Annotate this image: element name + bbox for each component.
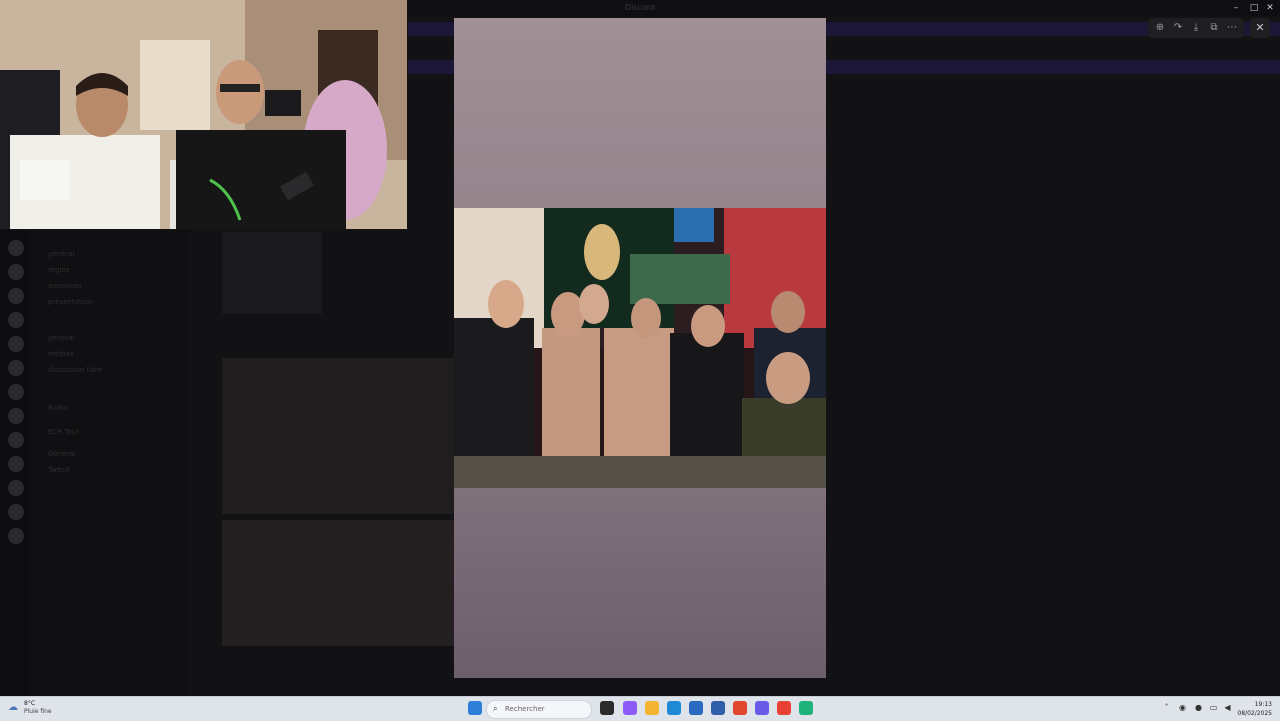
server-icon[interactable] (8, 384, 24, 400)
copilot-icon[interactable] (623, 701, 637, 715)
channel-item[interactable]: général (48, 250, 75, 260)
server-icon[interactable] (8, 288, 24, 304)
channel-item[interactable]: annonces (48, 282, 82, 292)
forward-icon[interactable]: ↷ (1170, 20, 1186, 36)
network-icon[interactable]: ◉ (1178, 703, 1187, 712)
viewer-close-button[interactable]: ✕ (1250, 18, 1270, 38)
mail-icon[interactable] (711, 701, 725, 715)
clock-date: 08/02/2025 (1237, 710, 1272, 717)
channel-item[interactable]: général (48, 334, 75, 344)
server-icon[interactable] (8, 504, 24, 520)
edge-icon[interactable] (667, 701, 681, 715)
chrome-icon[interactable] (777, 701, 791, 715)
discord-taskbar-icon[interactable] (799, 701, 813, 715)
taskbar: ☁ 8°C Pluie fine ⌕ Rechercher ˄ ◉ ● ▭ ◀ … (0, 696, 1280, 721)
channel-list: général règles annonces présentation gén… (30, 230, 190, 696)
server-icon[interactable] (8, 264, 24, 280)
channel-item[interactable]: règles (48, 266, 69, 276)
server-icon[interactable] (8, 528, 24, 544)
channel-item[interactable]: discussion libre (48, 366, 102, 376)
search-placeholder: Rechercher (505, 705, 545, 713)
viewed-photo[interactable] (454, 208, 826, 488)
weather-temp: 8°C (24, 700, 36, 707)
channel-item[interactable]: médias (48, 350, 73, 360)
weather-desc: Pluie fine (24, 708, 52, 715)
more-icon[interactable]: ⋯ (1224, 20, 1240, 36)
channel-item[interactable]: présentation (48, 298, 92, 308)
channel-item[interactable]: ECR Tour (48, 428, 79, 438)
window-close-icon[interactable]: ✕ (1264, 2, 1276, 14)
zoom-in-icon[interactable]: ⊕ (1152, 20, 1168, 36)
server-list (0, 230, 30, 696)
taskbar-search[interactable]: ⌕ Rechercher (486, 700, 592, 719)
server-icon[interactable] (8, 312, 24, 328)
server-icon[interactable] (8, 240, 24, 256)
server-icon[interactable] (8, 456, 24, 472)
clock-time: 19:13 (1254, 701, 1272, 708)
volume-icon[interactable]: ◀ (1223, 703, 1232, 712)
maximize-icon[interactable]: □ (1248, 2, 1260, 14)
chevron-up-icon[interactable]: ˄ (1162, 703, 1171, 712)
weather-widget[interactable]: ☁ 8°C Pluie fine (8, 700, 68, 718)
open-external-icon[interactable]: ⧉ (1206, 20, 1222, 36)
bar-group-photo (454, 208, 826, 488)
chat-image[interactable] (222, 358, 454, 514)
server-icon[interactable] (8, 360, 24, 376)
server-icon[interactable] (8, 336, 24, 352)
channel-item[interactable]: Twitch (48, 466, 70, 476)
system-clock[interactable]: 19:13 08/02/2025 (1237, 700, 1272, 718)
viewer-toolbar: ⊕ ↷ ⤓ ⧉ ⋯ ✕ (1148, 18, 1270, 38)
download-icon[interactable]: ⤓ (1188, 20, 1204, 36)
task-view-icon[interactable] (600, 701, 614, 715)
microphone-icon[interactable]: ● (1194, 703, 1203, 712)
minimize-icon[interactable]: – (1230, 2, 1242, 14)
app-icon[interactable] (755, 701, 769, 715)
server-icon[interactable] (8, 408, 24, 424)
viewer-actions: ⊕ ↷ ⤓ ⧉ ⋯ (1148, 18, 1244, 38)
channel-item[interactable]: Général (48, 450, 76, 460)
file-explorer-icon[interactable] (645, 701, 659, 715)
chat-image[interactable] (222, 520, 454, 646)
cloud-rain-icon: ☁ (8, 702, 18, 713)
channel-item[interactable]: Radio (48, 404, 68, 414)
image-viewer (454, 18, 826, 678)
server-icon[interactable] (8, 480, 24, 496)
chat-image[interactable] (222, 232, 322, 314)
store-icon[interactable] (689, 701, 703, 715)
webcam-scene (0, 0, 407, 229)
search-icon: ⌕ (493, 704, 498, 713)
start-icon[interactable] (468, 701, 482, 715)
server-icon[interactable] (8, 432, 24, 448)
display-icon[interactable]: ▭ (1209, 703, 1218, 712)
webcam-overlay (0, 0, 407, 229)
brave-icon[interactable] (733, 701, 747, 715)
